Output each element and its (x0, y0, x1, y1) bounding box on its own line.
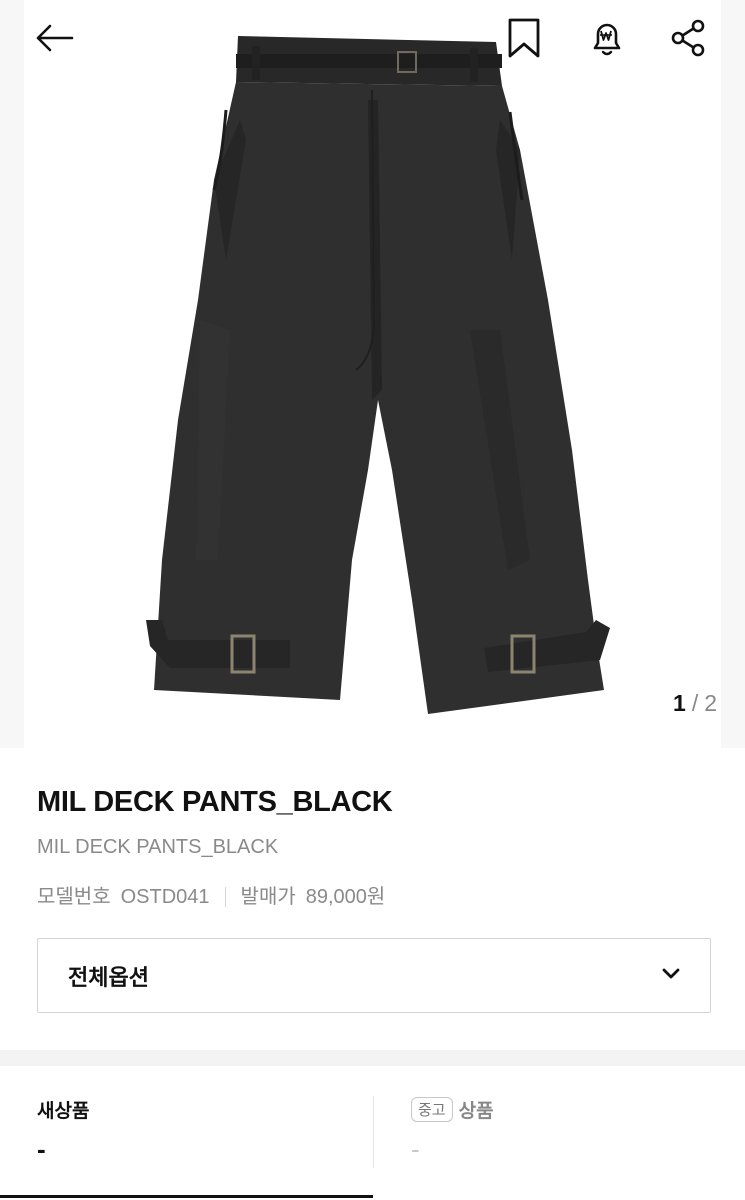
condition-divider (373, 1096, 374, 1168)
bookmark-button[interactable] (502, 18, 546, 62)
used-badge: 중고 (411, 1096, 453, 1122)
option-select[interactable]: 전체옵션 (37, 938, 711, 1013)
model-number-value: OSTD041 (120, 886, 210, 908)
new-product-label: 새상품 (37, 1100, 90, 1122)
option-select-label: 전체옵션 (68, 964, 149, 990)
product-meta: 모델번호 OSTD041 발매가 89,000원 (37, 882, 717, 912)
product-info: MIL DECK PANTS_BLACK MIL DECK PANTS_BLAC… (37, 780, 717, 912)
used-product-price: - (411, 1134, 420, 1164)
share-icon (669, 18, 707, 63)
condition-tabs: 새상품 - 중고 상품 - (0, 1066, 745, 1200)
release-price-label: 발매가 (240, 886, 296, 908)
price-alert-button[interactable] (585, 18, 629, 62)
image-pager: 1/2 (673, 690, 717, 717)
pager-current: 1 (673, 690, 686, 716)
release-price-value: 89,000원 (305, 886, 386, 908)
new-product-price: - (37, 1134, 46, 1164)
section-gap (0, 1050, 745, 1066)
product-photo-pants (146, 36, 610, 714)
price-alert-icon (587, 18, 627, 63)
back-arrow-icon (34, 23, 74, 58)
top-navigation-bar (0, 0, 745, 84)
pager-separator: / (691, 690, 699, 716)
tab-used-product[interactable]: 중고 상품 - (411, 1094, 494, 1165)
product-image-gallery[interactable]: 1/2 (0, 0, 745, 748)
bookmark-icon (506, 18, 542, 63)
product-subtitle: MIL DECK PANTS_BLACK (37, 836, 279, 858)
chevron-down-icon (662, 967, 680, 985)
model-number-label: 모델번호 (37, 886, 111, 908)
back-button[interactable] (32, 18, 76, 62)
pager-total: 2 (704, 690, 717, 716)
used-product-label: 상품 (458, 1100, 494, 1122)
share-button[interactable] (666, 18, 710, 62)
meta-divider (224, 887, 226, 907)
product-title: MIL DECK PANTS_BLACK (37, 786, 393, 818)
tab-new-product[interactable]: 새상품 - (37, 1094, 89, 1165)
active-tab-indicator (0, 1195, 373, 1198)
